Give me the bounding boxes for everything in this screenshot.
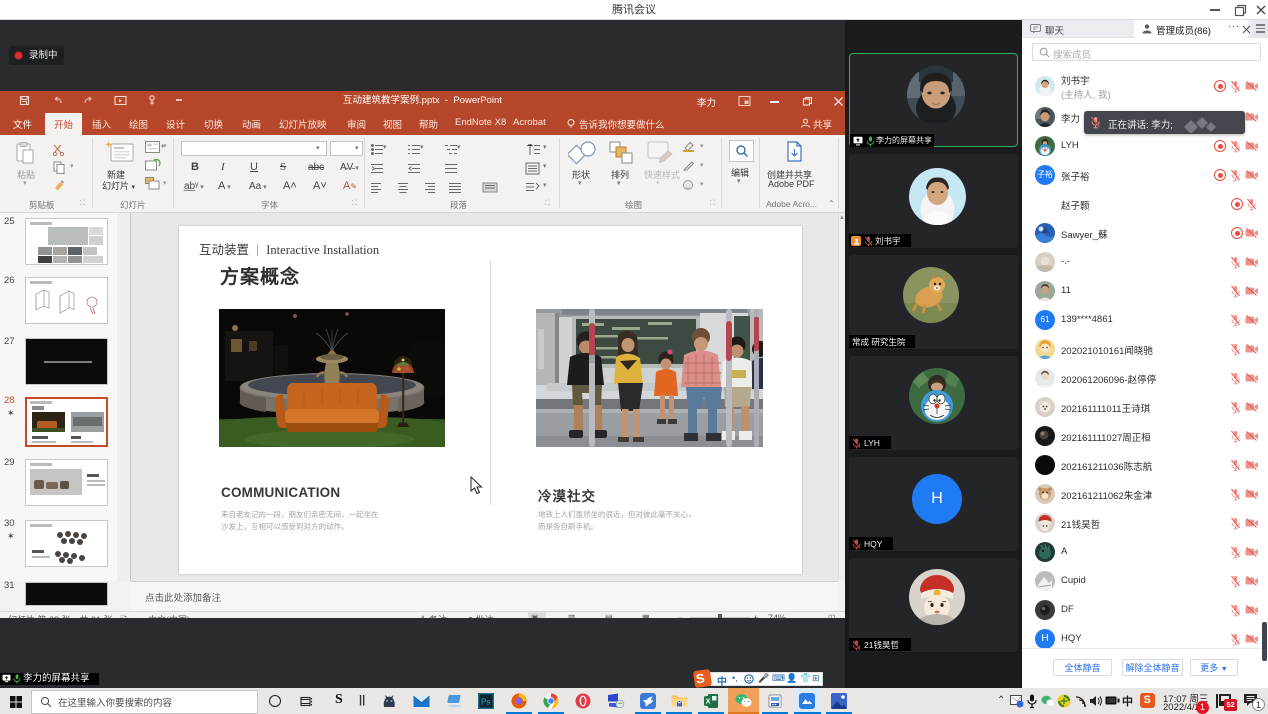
svg-text:X: X [706,697,711,706]
svg-text:Ps: Ps [481,698,490,707]
